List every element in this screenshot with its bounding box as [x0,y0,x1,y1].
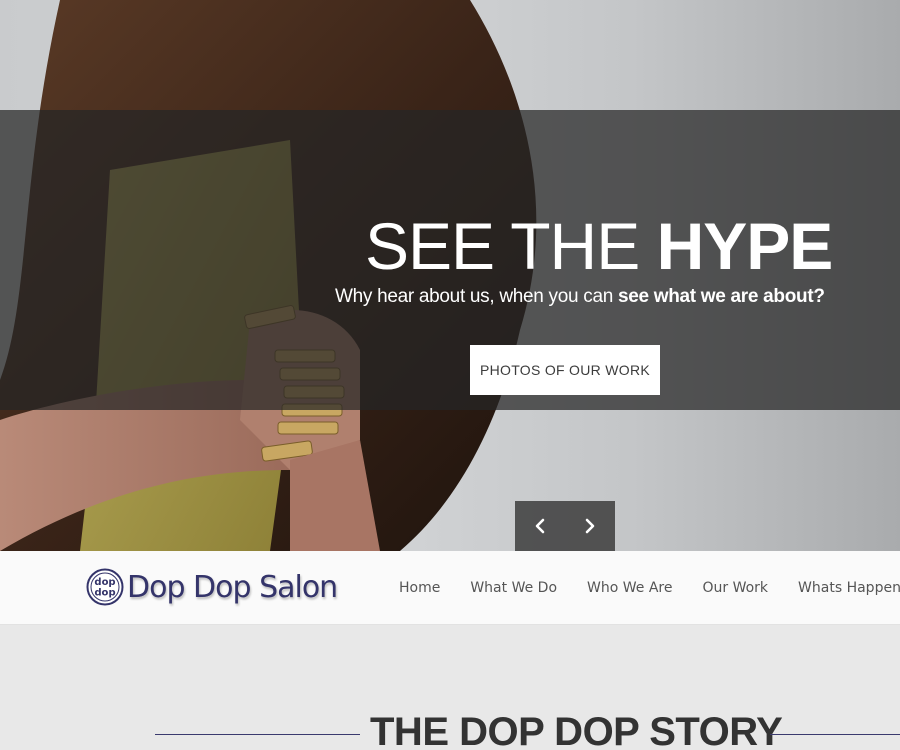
chevron-left-icon [535,518,545,534]
story-section: THE DOP DOP STORY [0,625,900,750]
logo-mark-text-top: dop [94,577,115,588]
nav-link-whats-happening[interactable]: Whats Happening [783,580,900,596]
hero-headline-light: SEE THE [365,209,640,283]
nav-links: Home What We Do Who We Are Our Work What… [384,551,900,625]
site-logo[interactable]: dop dop Dop Dop Salon [86,566,338,608]
photos-of-our-work-button[interactable]: PHOTOS OF OUR WORK [470,345,660,395]
hero-subline-bold: see what we are about? [617,286,825,307]
slider-nav [515,501,615,551]
hero-subline-regular: Why hear about us, when you can [335,286,613,307]
hero-subline: Why hear about us, when you can see what… [335,284,900,310]
chevron-right-icon [585,518,595,534]
hero-headline: SEE THE HYPE [0,206,900,286]
logo-text: Dop Dop Salon [127,569,338,605]
title-divider-right [770,734,900,735]
logo-mark-text-bottom: dop [94,587,115,598]
nav-link-our-work[interactable]: Our Work [687,580,783,596]
hero-slider: SEE THE HYPE Why hear about us, when you… [0,0,900,551]
dop-dop-logo-icon: dop dop [86,568,124,606]
nav-link-home[interactable]: Home [384,580,455,596]
title-divider-left [155,734,360,735]
slider-prev-button[interactable] [515,501,565,551]
hero-headline-bold: HYPE [656,209,834,283]
slider-next-button[interactable] [565,501,615,551]
nav-link-what-we-do[interactable]: What We Do [455,580,572,596]
story-title: THE DOP DOP STORY [370,710,783,750]
main-navbar: dop dop Dop Dop Salon Home What We Do Wh… [0,551,900,625]
nav-link-who-we-are[interactable]: Who We Are [572,580,687,596]
